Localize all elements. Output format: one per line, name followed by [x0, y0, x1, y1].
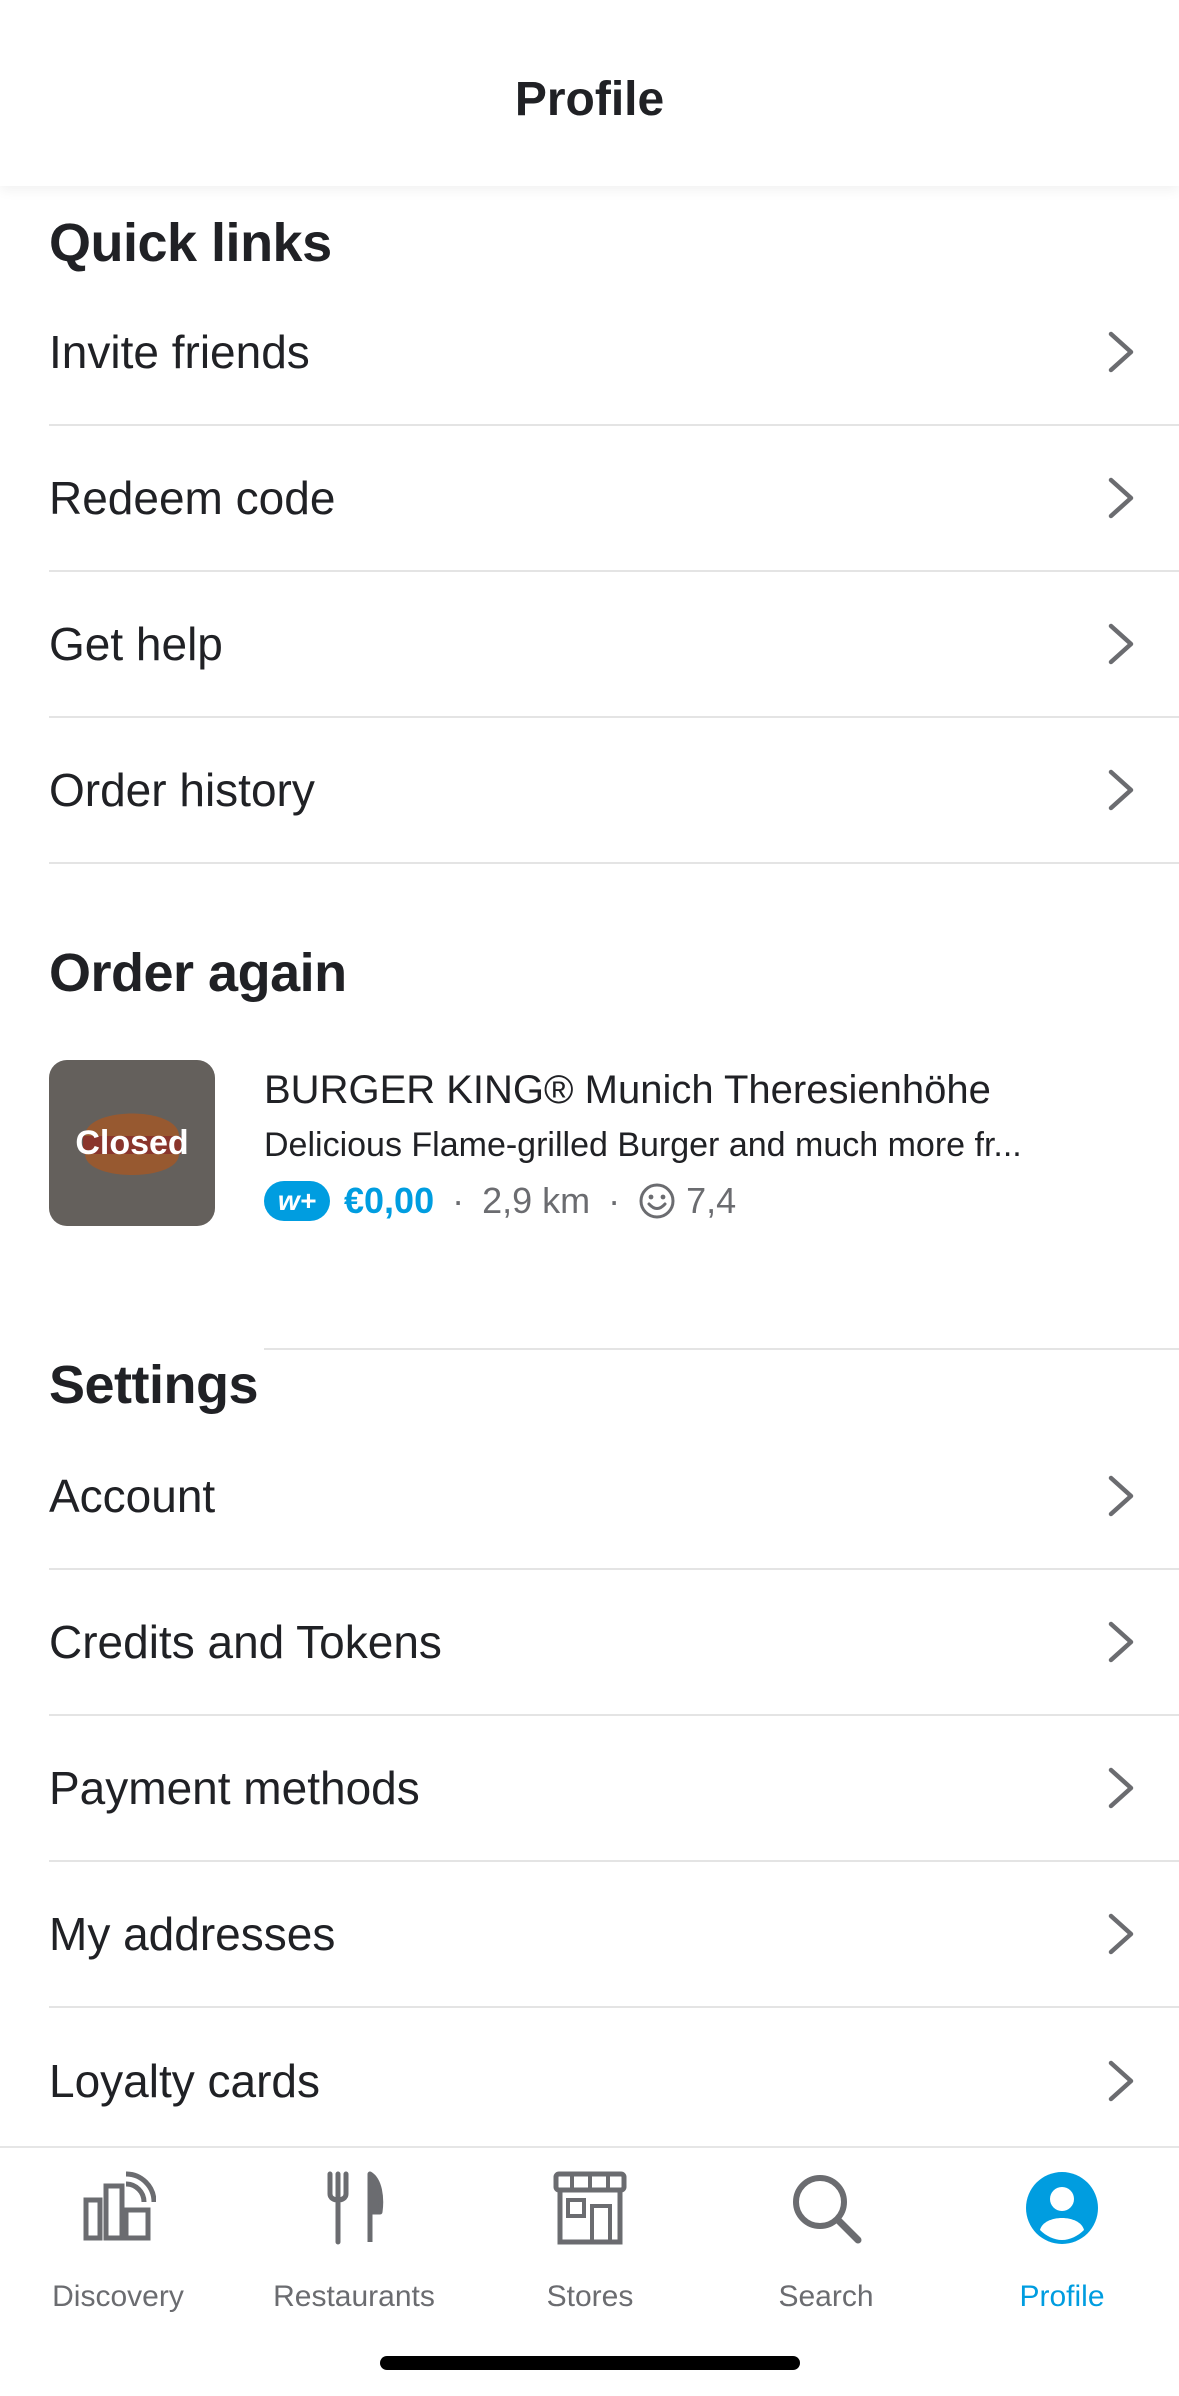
- meta-separator: ·: [452, 1180, 465, 1221]
- quick-links-title: Quick links: [49, 213, 332, 273]
- chevron-right-icon: [1108, 2060, 1134, 2102]
- tab-label: Discovery: [52, 2280, 184, 2313]
- tab-restaurants[interactable]: Restaurants: [236, 2170, 472, 2330]
- home-indicator: [380, 2356, 800, 2370]
- row-label: Payment methods: [49, 1762, 420, 1814]
- tab-label: Search: [778, 2280, 874, 2313]
- settings-item-loyalty-cards[interactable]: Loyalty cards: [49, 2008, 1179, 2154]
- store-name: BURGER KING® Munich Theresienhöhe: [264, 1068, 991, 1112]
- chevron-right-icon: [1108, 769, 1134, 811]
- store-distance: 2,9 km: [482, 1180, 591, 1221]
- chevron-right-icon: [1108, 623, 1134, 665]
- smiley-icon: [639, 1183, 675, 1219]
- row-label: Account: [49, 1470, 216, 1522]
- settings-item-account[interactable]: Account: [49, 1424, 1179, 1570]
- store-description: Delicious Flame-grilled Burger and much …: [264, 1126, 1022, 1164]
- quick-link-redeem-code[interactable]: Redeem code: [49, 426, 1179, 572]
- divider: [264, 1348, 1179, 1350]
- settings-item-payment-methods[interactable]: Payment methods: [49, 1716, 1179, 1862]
- tab-search[interactable]: Search: [708, 2170, 944, 2330]
- wolt-plus-badge: w+: [264, 1181, 330, 1221]
- row-label: Invite friends: [49, 326, 310, 378]
- row-label: Loyalty cards: [49, 2055, 321, 2107]
- chevron-right-icon: [1108, 1767, 1134, 1809]
- tab-label: Restaurants: [273, 2280, 435, 2313]
- profile-icon: [1026, 2172, 1098, 2244]
- row-label: Get help: [49, 618, 223, 670]
- chevron-right-icon: [1108, 331, 1134, 373]
- store-thumbnail: Closed: [49, 1060, 215, 1226]
- tab-discovery[interactable]: Discovery: [0, 2170, 236, 2330]
- stores-icon: [553, 2171, 627, 2245]
- discovery-icon: [83, 2171, 156, 2241]
- chevron-right-icon: [1108, 1913, 1134, 1955]
- delivery-fee: €0,00: [344, 1180, 435, 1221]
- page-title: Profile: [514, 73, 665, 126]
- settings-title: Settings: [49, 1355, 259, 1415]
- order-again-store-card[interactable]: Closed BURGER KING® Munich Theresienhöhe…: [0, 1060, 1179, 1350]
- tab-stores[interactable]: Stores: [472, 2170, 708, 2330]
- store-status: Closed: [75, 1124, 189, 1162]
- row-label: Redeem code: [49, 472, 336, 524]
- tab-profile[interactable]: Profile: [944, 2170, 1179, 2330]
- row-label: Order history: [49, 764, 315, 816]
- quick-link-invite-friends[interactable]: Invite friends: [49, 280, 1179, 426]
- settings-item-my-addresses[interactable]: My addresses: [49, 1862, 1179, 2008]
- search-icon: [793, 2175, 862, 2244]
- row-label: Credits and Tokens: [49, 1616, 442, 1668]
- chevron-right-icon: [1108, 1621, 1134, 1663]
- meta-separator: ·: [608, 1180, 621, 1221]
- store-rating: 7,4: [686, 1180, 737, 1221]
- chevron-right-icon: [1108, 477, 1134, 519]
- row-label: My addresses: [49, 1908, 336, 1960]
- restaurants-icon: [327, 2171, 384, 2245]
- top-bar: Profile: [0, 0, 1179, 186]
- order-again-title: Order again: [49, 943, 347, 1003]
- chevron-right-icon: [1108, 1475, 1134, 1517]
- store-meta: w+ €0,00 · 2,9 km · 7,4: [264, 1178, 736, 1224]
- settings-item-credits-and-tokens[interactable]: Credits and Tokens: [49, 1570, 1179, 1716]
- tab-label: Profile: [1019, 2280, 1105, 2313]
- quick-link-order-history[interactable]: Order history: [49, 718, 1179, 864]
- bottom-tab-bar: Discovery Restaurants Stores Search Prof…: [0, 2146, 1179, 2396]
- quick-link-get-help[interactable]: Get help: [49, 572, 1179, 718]
- tab-label: Stores: [546, 2280, 634, 2313]
